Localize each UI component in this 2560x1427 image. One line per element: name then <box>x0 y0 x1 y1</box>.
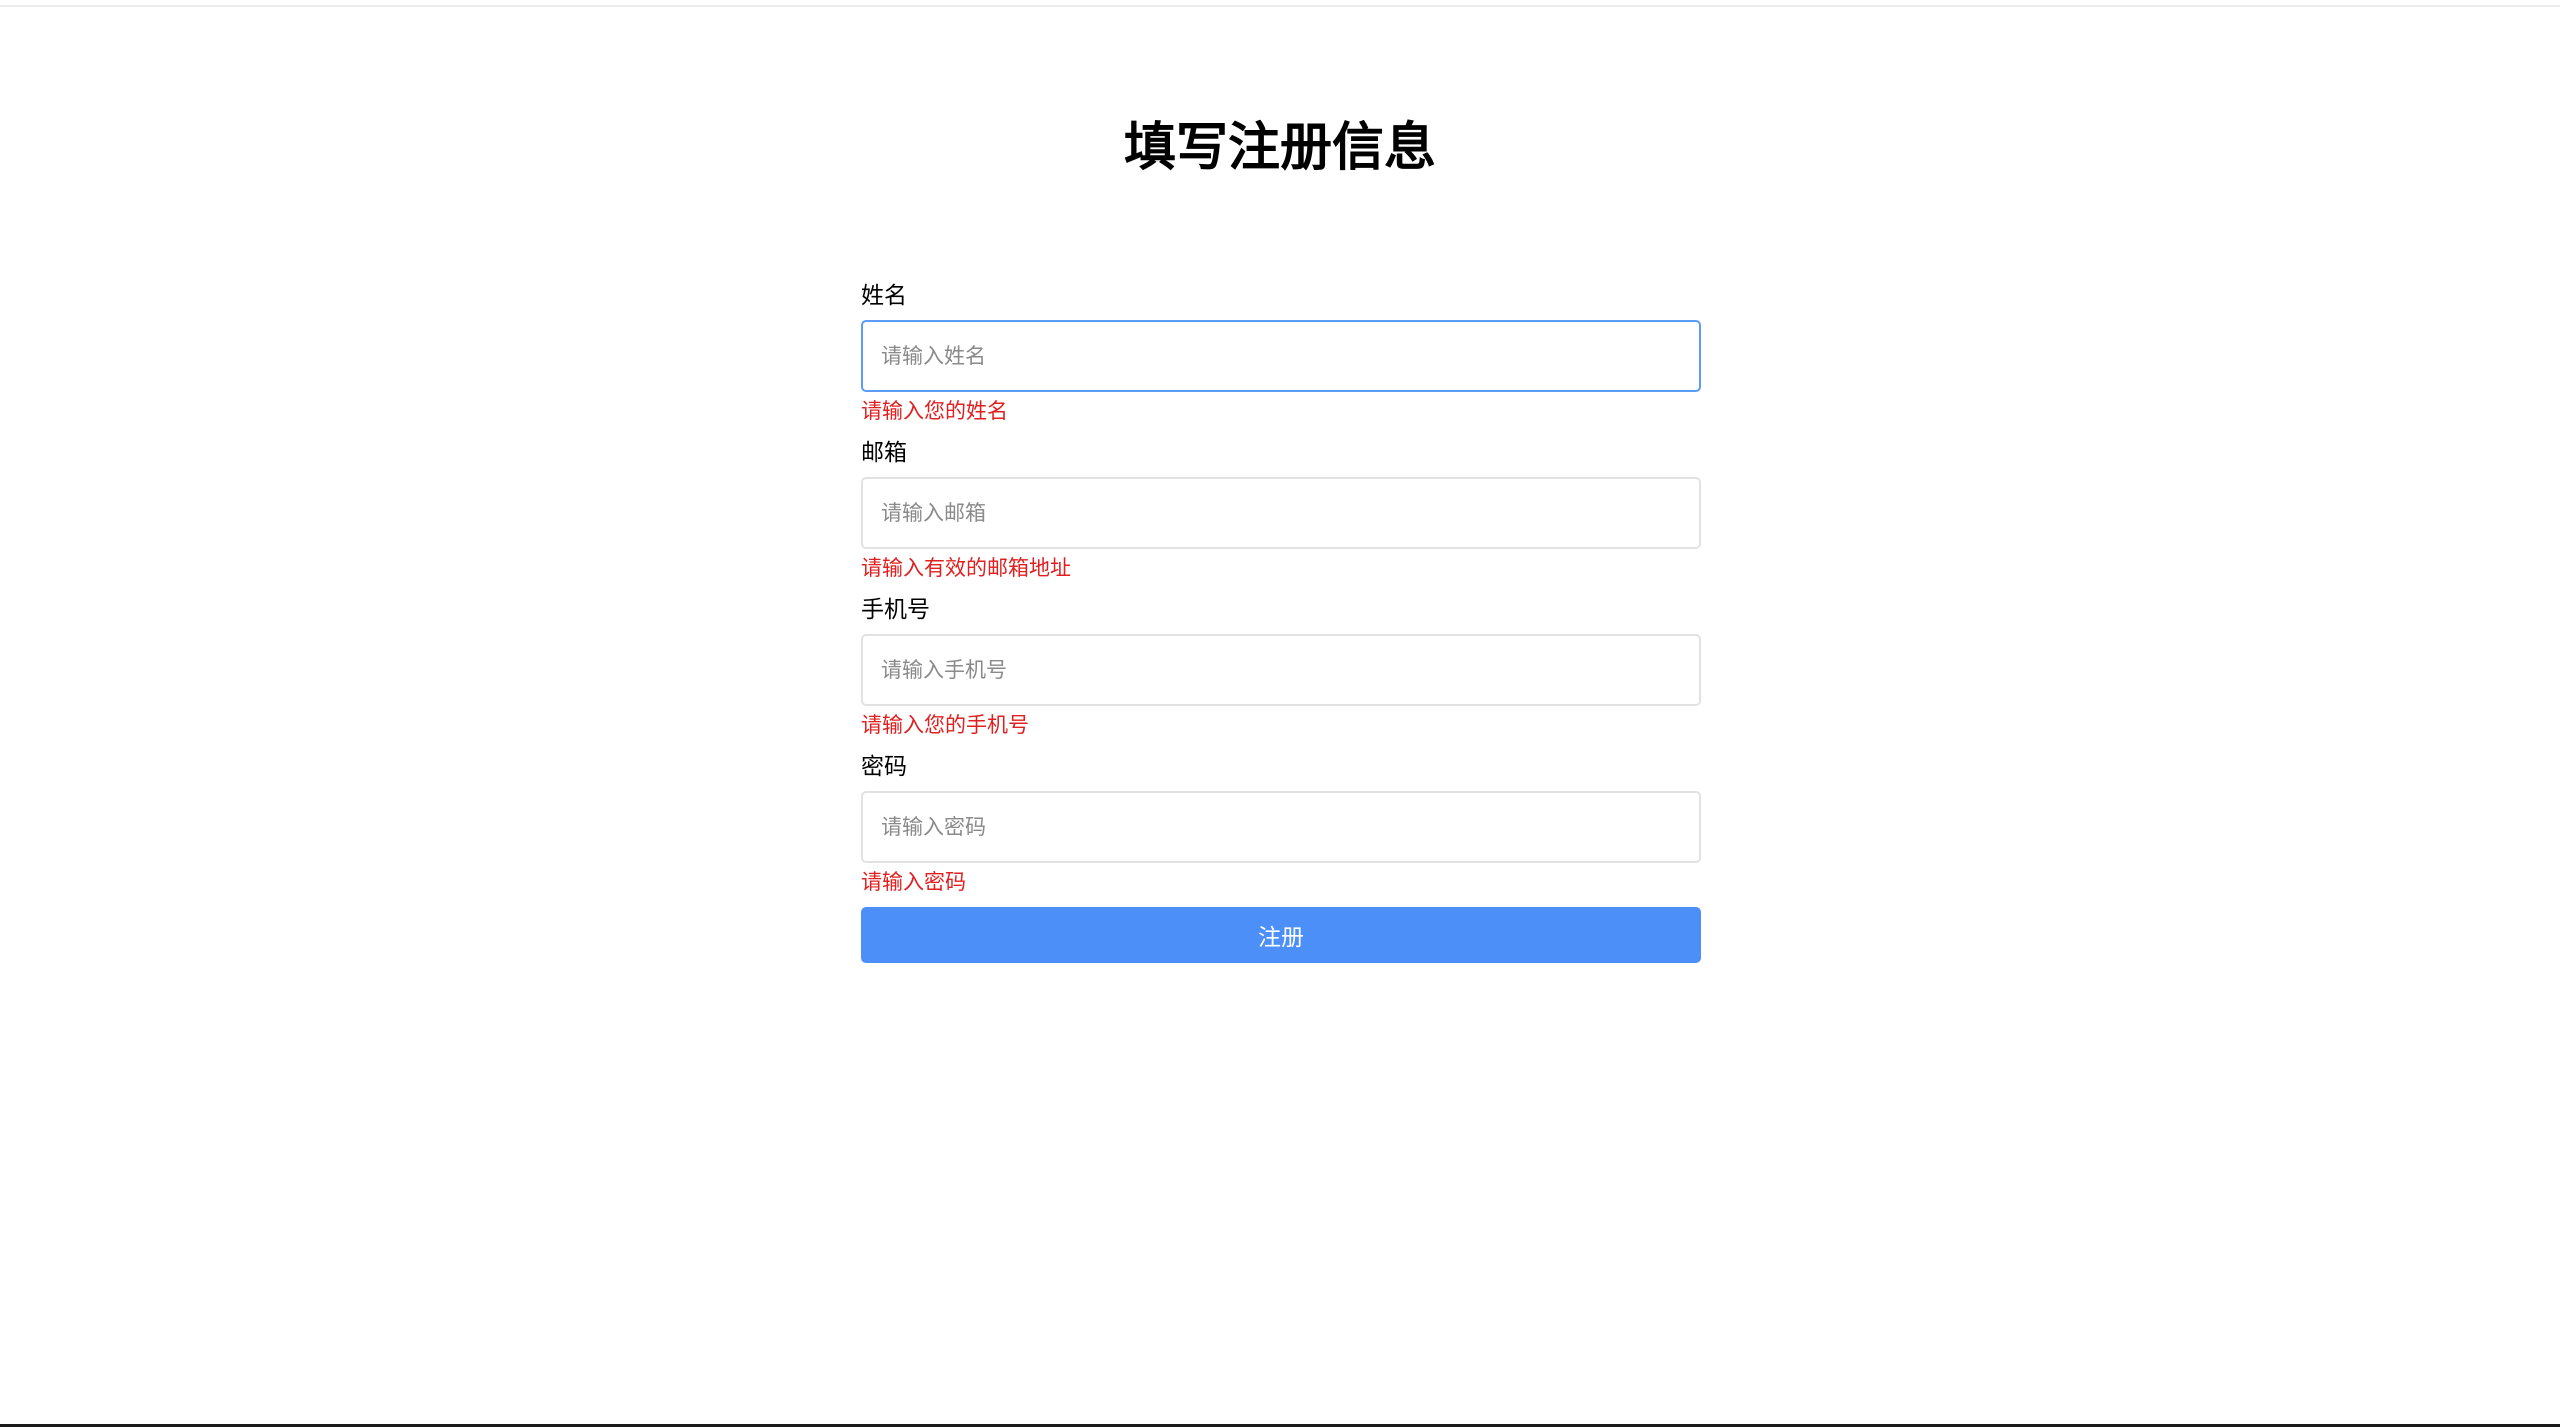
email-input[interactable] <box>861 477 1701 549</box>
password-field-group: 密码 请输入密码 <box>861 745 1701 902</box>
page-title: 填写注册信息 <box>1123 118 1436 178</box>
name-label: 姓名 <box>861 283 907 309</box>
name-error-message: 请输入您的姓名 <box>861 399 1008 423</box>
phone-input[interactable] <box>861 634 1701 706</box>
password-input[interactable] <box>861 791 1701 863</box>
password-error-message: 请输入密码 <box>861 870 966 894</box>
phone-error-message: 请输入您的手机号 <box>861 713 1029 737</box>
phone-field-group: 手机号 请输入您的手机号 <box>861 588 1701 745</box>
top-divider <box>0 0 2560 7</box>
email-label: 邮箱 <box>861 440 907 466</box>
phone-label: 手机号 <box>861 597 930 623</box>
register-button[interactable]: 注册 <box>861 907 1701 963</box>
email-error-message: 请输入有效的邮箱地址 <box>861 556 1071 580</box>
name-input[interactable] <box>861 320 1701 392</box>
registration-form: 姓名 请输入您的姓名 邮箱 请输入有效的邮箱地址 手机号 请输入您的手机号 密码… <box>861 274 1701 963</box>
name-field-group: 姓名 请输入您的姓名 <box>861 274 1701 431</box>
email-field-group: 邮箱 请输入有效的邮箱地址 <box>861 431 1701 588</box>
password-label: 密码 <box>861 754 907 780</box>
